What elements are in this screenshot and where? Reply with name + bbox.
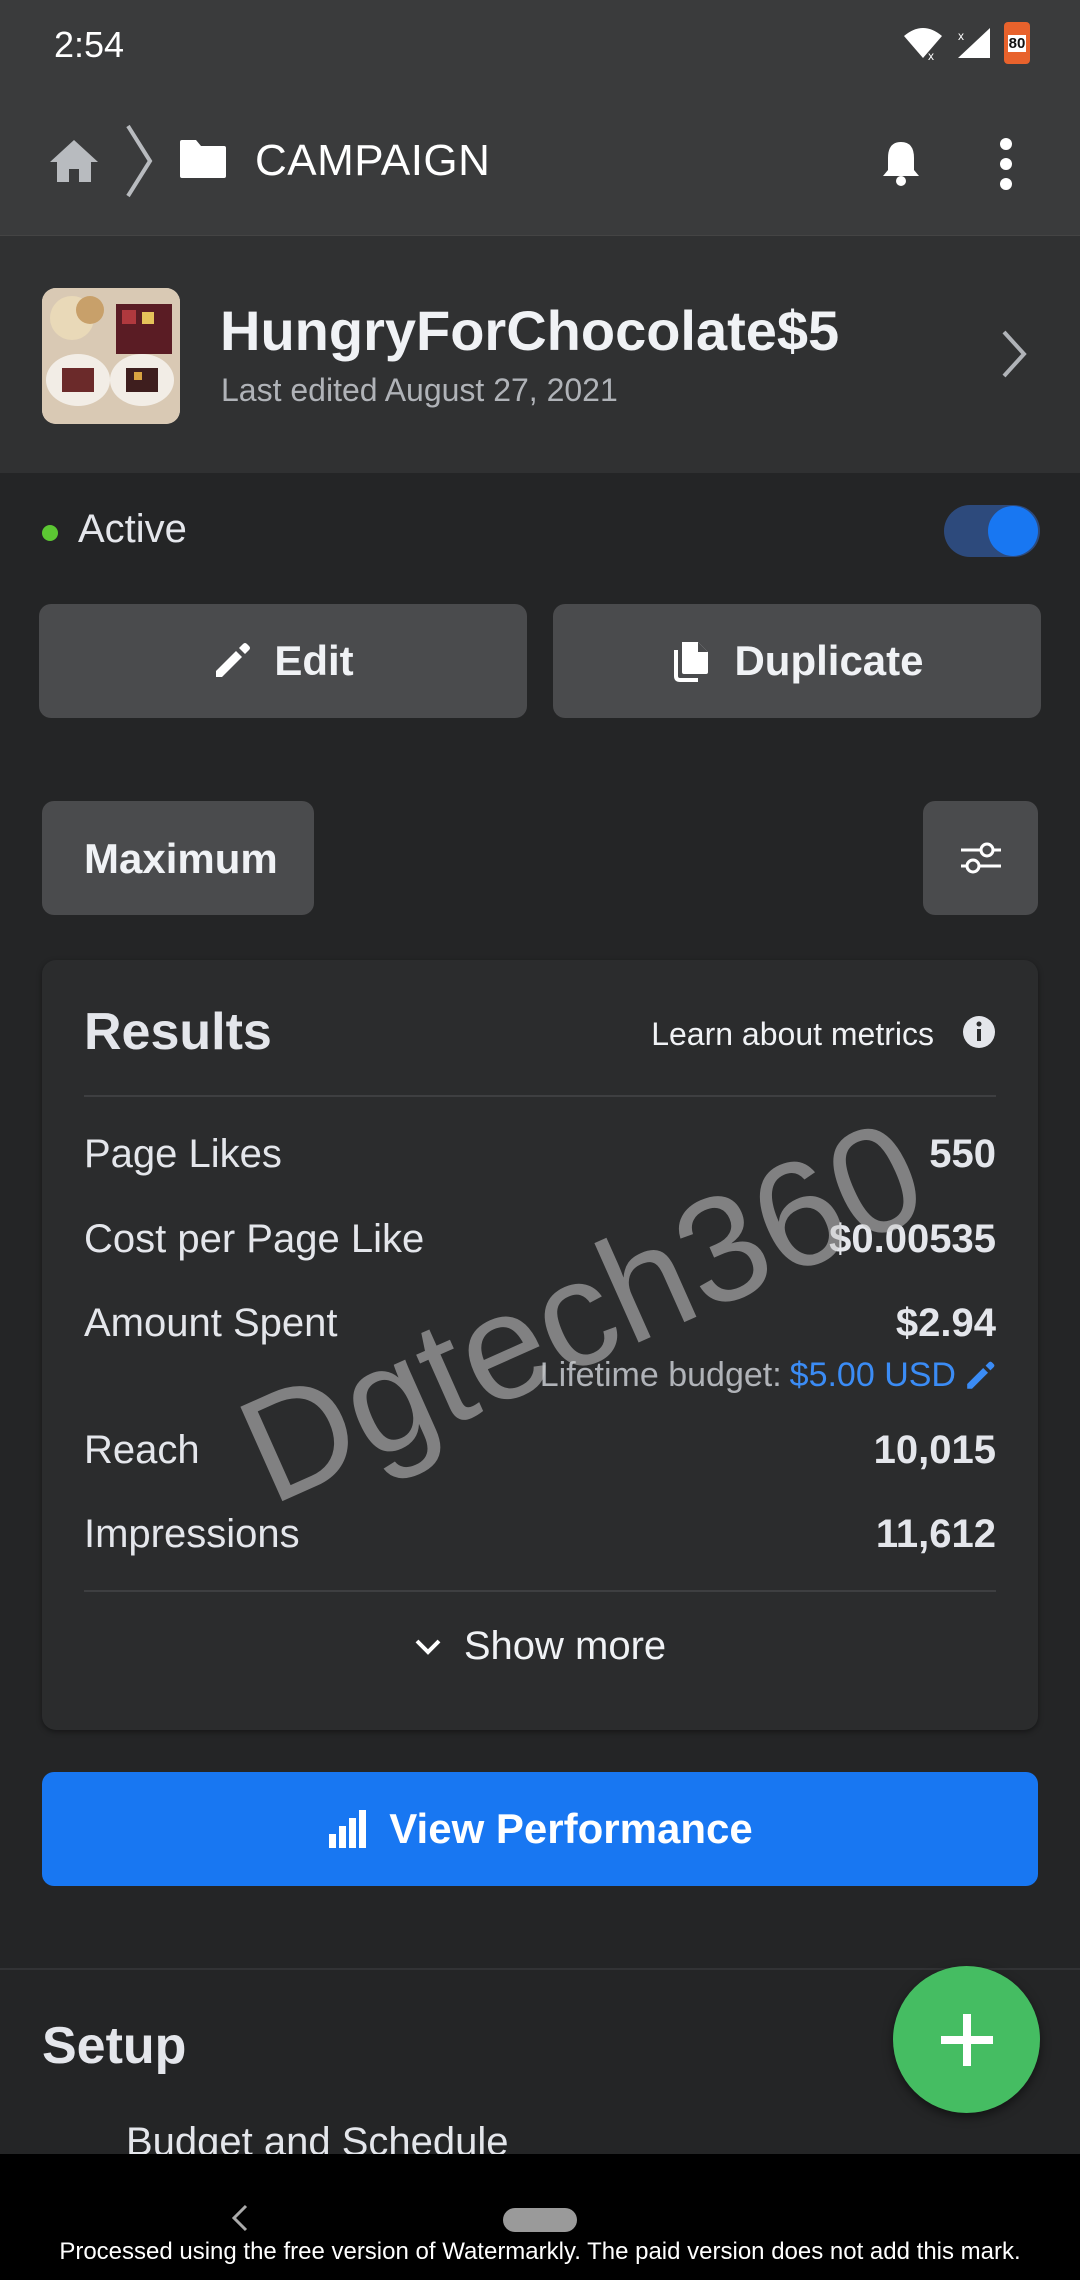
wifi-icon: x: [904, 28, 942, 60]
results-divider: [84, 1095, 996, 1097]
metric-value-amount-spent: $2.94: [895, 1301, 996, 1345]
footer-notice: Processed using the free version of Wate…: [59, 2238, 1021, 2265]
sliders-icon: [960, 842, 1001, 874]
metric-label-impressions: Impressions: [84, 1512, 300, 1556]
status-time: 2:54: [54, 24, 125, 65]
svg-text:x: x: [928, 49, 934, 60]
metric-label-cost-per-like: Cost per Page Like: [84, 1217, 425, 1261]
edit-label: Edit: [274, 637, 354, 684]
chevron-down-icon: [415, 1639, 441, 1655]
pencil-icon: [216, 643, 251, 677]
breadcrumb-title[interactable]: CAMPAIGN: [255, 136, 490, 186]
info-icon[interactable]: [962, 1015, 996, 1049]
nav-back-icon[interactable]: [228, 2202, 250, 2234]
duplicate-label: Duplicate: [734, 637, 924, 684]
edit-button[interactable]: Edit: [39, 604, 527, 718]
bell-icon[interactable]: [880, 138, 922, 186]
breadcrumb-chevron-icon: [126, 124, 153, 198]
home-icon[interactable]: [48, 138, 100, 184]
budget-label: Lifetime budget:: [539, 1356, 782, 1394]
nav-home-pill[interactable]: [503, 2208, 577, 2232]
campaign-header[interactable]: HungryForChocolate$5 Last edited August …: [0, 235, 1080, 473]
filter-button[interactable]: [923, 801, 1038, 915]
metric-value-impressions: 11,612: [875, 1512, 996, 1556]
chevron-right-icon[interactable]: [1000, 328, 1028, 380]
more-options-icon[interactable]: [990, 136, 1022, 192]
learn-about-metrics-link[interactable]: Learn about metrics: [651, 1016, 934, 1053]
campaign-thumbnail: [42, 288, 180, 424]
metric-value-reach: 10,015: [873, 1428, 996, 1472]
signal-icon: x: [958, 28, 990, 58]
lifetime-budget[interactable]: Lifetime budget: $5.00 USD: [540, 1356, 996, 1395]
status-bar: 2:54 x x 80: [0, 0, 1080, 94]
view-performance-label: View Performance: [389, 1805, 753, 1852]
active-status-dot: [42, 525, 58, 541]
battery-level: 80: [1007, 34, 1027, 52]
svg-text:x: x: [958, 29, 964, 43]
show-more-button[interactable]: Show more: [42, 1624, 1038, 1669]
status-icons: x x 80: [902, 22, 1030, 64]
view-performance-button[interactable]: View Performance: [42, 1772, 1038, 1886]
setup-heading: Setup: [42, 2017, 187, 2075]
campaign-name: HungryForChocolate$5: [220, 299, 840, 362]
metric-label-page-likes: Page Likes: [84, 1132, 282, 1176]
toggle-knob: [988, 506, 1038, 556]
results-bottom-divider: [84, 1590, 996, 1592]
results-title: Results: [84, 1003, 272, 1061]
metric-label-amount-spent: Amount Spent: [84, 1301, 338, 1345]
show-more-label: Show more: [463, 1624, 667, 1668]
budget-amount[interactable]: $5.00 USD: [790, 1356, 956, 1395]
metric-value-cost-per-like: $0.00535: [829, 1217, 996, 1261]
duplicate-button[interactable]: Duplicate: [553, 604, 1041, 718]
plus-icon: [940, 2013, 993, 2066]
date-range-button[interactable]: Maximum: [42, 801, 314, 915]
app-bar: CAMPAIGN: [0, 94, 1080, 235]
edit-budget-icon[interactable]: [964, 1360, 996, 1392]
bar-chart-icon: [329, 1810, 367, 1848]
status-row: Active: [0, 473, 1080, 593]
battery-icon: 80: [1004, 22, 1030, 64]
metric-value-page-likes: 550: [929, 1132, 996, 1176]
metric-label-reach: Reach: [84, 1428, 200, 1472]
status-label: Active: [78, 507, 187, 551]
results-card: Results Learn about metrics Page Likes 5…: [42, 960, 1038, 1730]
duplicate-icon: [674, 642, 709, 682]
folder-icon: [180, 140, 226, 178]
date-range-label: Maximum: [84, 835, 278, 882]
last-edited-text: Last edited August 27, 2021: [221, 372, 618, 408]
add-fab-button[interactable]: [893, 1966, 1040, 2113]
active-toggle[interactable]: [944, 505, 1040, 557]
section-separator: [0, 1968, 1080, 1970]
system-nav-bar: Processed using the free version of Wate…: [0, 2154, 1080, 2280]
